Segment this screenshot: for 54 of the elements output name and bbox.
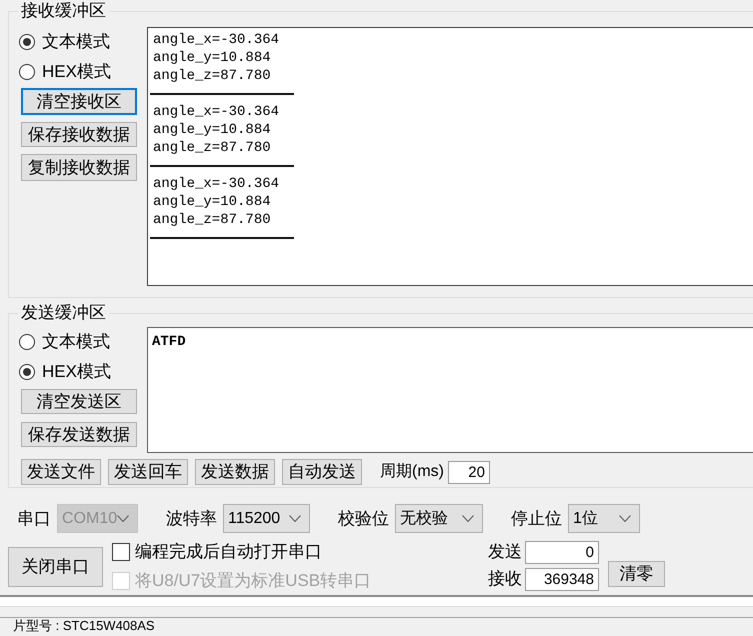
received-line: angle_z=87.780 — [152, 67, 271, 85]
counter-field: 0 — [525, 540, 599, 564]
counter-field: 369348 — [525, 568, 599, 590]
counter-label: 接收 — [488, 568, 523, 590]
period-field[interactable]: 20 — [448, 460, 490, 484]
setting-label: 校验位 — [338, 508, 389, 530]
received-line: angle_y=10.884 — [152, 49, 271, 67]
received-line: angle_x=-30.364 — [152, 31, 280, 49]
receive-button[interactable]: 清空接收区 — [21, 88, 137, 115]
received-line: angle_x=-30.364 — [152, 103, 280, 121]
group-title: 发送缓冲区 — [20, 302, 107, 324]
clear-count-button[interactable]: 清零 — [608, 561, 665, 587]
radio-icon[interactable] — [19, 364, 35, 380]
receive-button[interactable]: 复制接收数据 — [21, 154, 137, 181]
chevron-down-icon — [619, 515, 631, 522]
chip-model-label: 片型号 : STC15W408AS — [13, 618, 155, 634]
received-line: angle_y=10.884 — [152, 193, 271, 211]
received-line: angle_y=10.884 — [152, 121, 271, 139]
option-checkbox[interactable]: 编程完成后自动打开串口 — [112, 540, 322, 564]
close-port-button[interactable]: 关闭串口 — [8, 547, 103, 587]
received-line: angle_x=-30.364 — [152, 175, 280, 193]
counter-label: 发送 — [488, 541, 523, 564]
checkbox-icon[interactable] — [112, 543, 130, 561]
mode-radio[interactable]: 文本模式 — [19, 330, 110, 354]
radio-icon[interactable] — [19, 64, 35, 80]
send-action-button[interactable]: 自动发送 — [282, 459, 362, 485]
mode-radio[interactable]: HEX模式 — [19, 60, 111, 84]
dropdown[interactable]: 无校验 — [395, 504, 483, 533]
group-title: 接收缓冲区 — [20, 0, 107, 22]
chevron-down-icon — [289, 515, 301, 522]
mode-radio[interactable]: 文本模式 — [19, 30, 110, 54]
send-action-button[interactable]: 发送文件 — [21, 459, 101, 485]
radio-icon[interactable] — [19, 334, 35, 350]
received-line: angle_z=87.780 — [152, 139, 271, 157]
dropdown[interactable]: 1位 — [568, 504, 640, 533]
setting-label: 串口 — [17, 508, 51, 530]
send-text-area[interactable]: ATFD — [147, 327, 753, 453]
mode-radio[interactable]: HEX模式 — [19, 360, 111, 384]
send-action-button[interactable]: 发送回车 — [108, 459, 188, 485]
receive-button[interactable]: 保存接收数据 — [21, 122, 137, 147]
radio-icon[interactable] — [19, 34, 35, 50]
dropdown: COM10 — [57, 504, 138, 533]
send-buffer-button[interactable]: 清空发送区 — [21, 389, 137, 414]
send-action-button[interactable]: 发送数据 — [195, 459, 275, 485]
setting-label: 停止位 — [511, 508, 562, 530]
receive-text-area[interactable]: angle_x=-30.364 angle_y=10.884 angle_z=87.780 angle_x=-30.364 angle_y=10.884 angle_z=87.780 angle_x=-30.364 angle_y=10.884 angle_z=87.780 — [147, 27, 753, 286]
dropdown[interactable]: 115200 — [223, 504, 310, 533]
chevron-down-icon — [117, 515, 130, 522]
received-line: angle_z=87.780 — [152, 211, 271, 229]
option-checkbox: 将U8/U7设置为标准USB转串口 — [112, 569, 372, 593]
setting-label: 波特率 — [166, 508, 217, 530]
period-label: 周期(ms) — [380, 462, 444, 482]
send-buffer-button[interactable]: 保存发送数据 — [21, 422, 137, 447]
chevron-down-icon — [462, 515, 474, 522]
